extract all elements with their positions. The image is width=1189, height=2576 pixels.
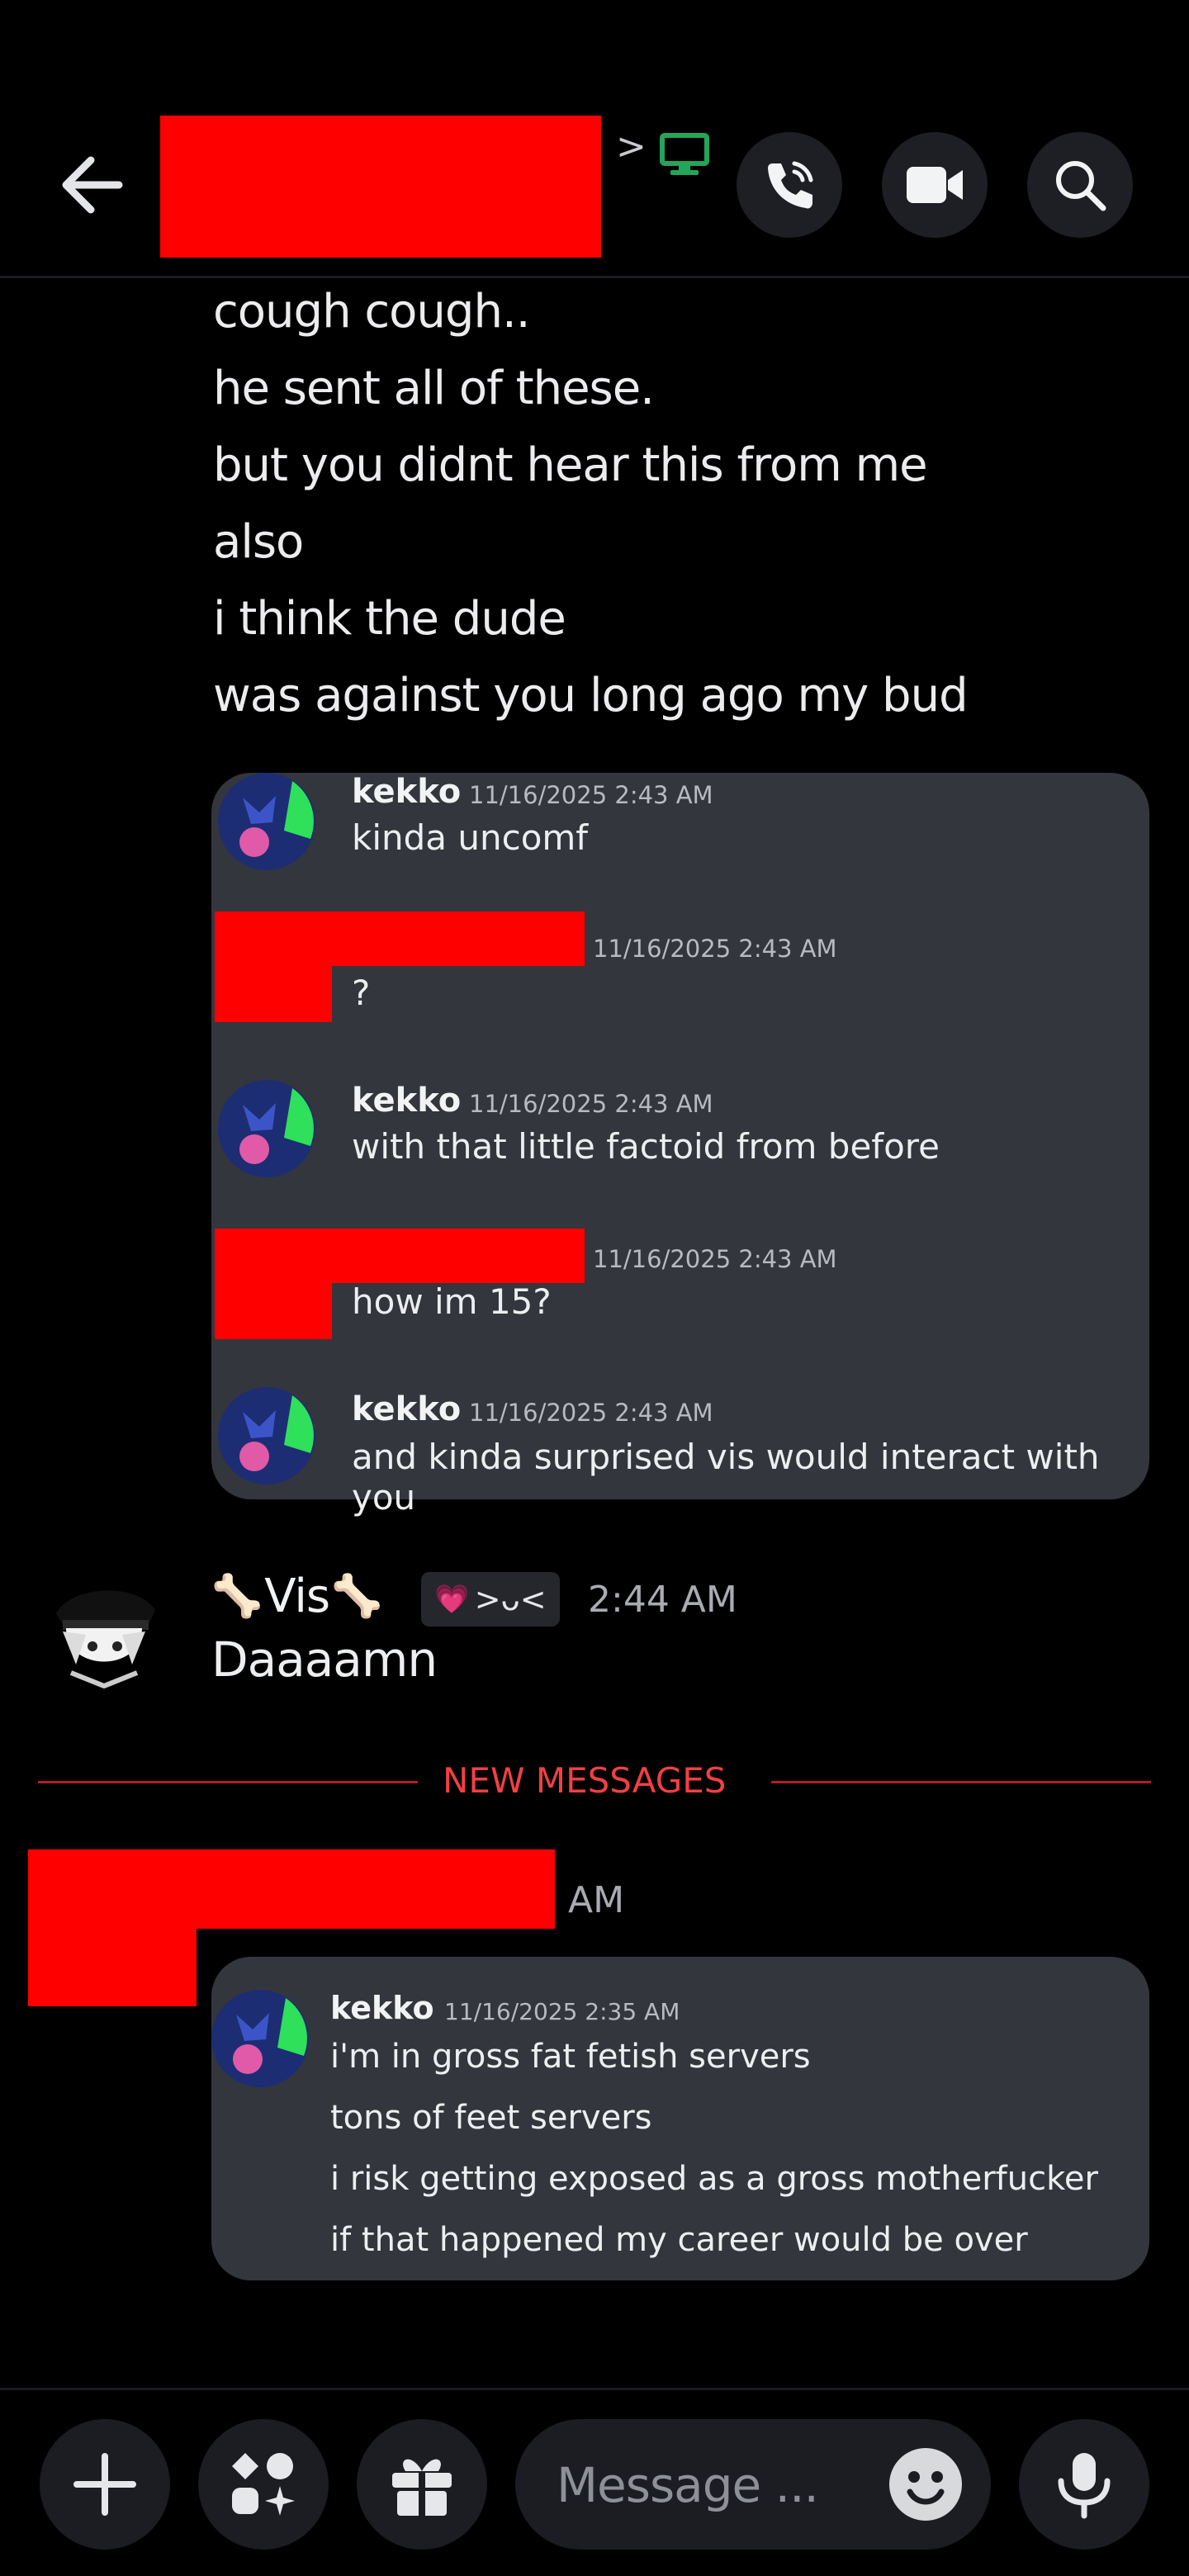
voice-message-button[interactable] <box>1019 2419 1149 2550</box>
new-messages-line-right <box>771 1781 1151 1783</box>
author-name: Vis <box>264 1569 330 1623</box>
add-attachment-button[interactable] <box>40 2419 170 2550</box>
arrow-left-icon <box>62 156 123 214</box>
message-line: cough cough.. <box>213 285 531 339</box>
timestamp-fragment: AM <box>568 1879 625 1921</box>
message-line: i think the dude <box>213 592 566 646</box>
desktop-icon <box>659 132 710 180</box>
gift-button[interactable] <box>357 2419 487 2550</box>
redacted-avatar <box>215 912 332 1022</box>
timestamp: 11/16/2025 2:43 AM <box>469 781 713 809</box>
search-icon <box>1056 161 1106 211</box>
emoji-button[interactable] <box>888 2447 963 2522</box>
redacted-avatar <box>28 1849 197 2006</box>
timestamp: 2:44 AM <box>588 1579 737 1621</box>
bone-icon: 🦴 <box>211 1571 263 1620</box>
message-line: tons of feet servers <box>330 2099 652 2137</box>
avatar <box>218 1080 315 1177</box>
voice-call-button[interactable] <box>737 132 842 238</box>
message-line: but you didnt hear this from me <box>213 438 928 492</box>
avatar <box>211 1990 309 2087</box>
timestamp: 11/16/2025 2:43 AM <box>593 935 837 963</box>
phone-icon <box>768 161 813 209</box>
message-line: was against you long ago my bud <box>213 669 969 722</box>
avatar[interactable] <box>38 1574 170 1698</box>
emoji-icon <box>889 2448 962 2521</box>
attached-screenshot[interactable]: kekko 11/16/2025 2:43 AM kinda uncomf 11… <box>211 773 1149 1518</box>
avatar <box>218 773 315 870</box>
plus-icon <box>73 2453 136 2516</box>
apps-button[interactable] <box>198 2419 329 2550</box>
message-line: if that happened my career would be over <box>330 2221 1028 2259</box>
redacted-channel-name[interactable] <box>160 116 601 258</box>
author-name: kekko <box>352 1082 462 1120</box>
search-button[interactable] <box>1027 132 1133 238</box>
author-name: kekko <box>352 773 462 811</box>
author-name: kekko <box>330 1990 434 2026</box>
new-messages-line-left <box>38 1781 418 1783</box>
message-line: i risk getting exposed as a gross mother… <box>330 2160 1098 2198</box>
video-camera-icon <box>907 167 963 203</box>
header-divider <box>0 276 1189 278</box>
back-button[interactable] <box>50 145 142 225</box>
avatar <box>218 1387 315 1485</box>
bone-icon: 🦴 <box>331 1571 383 1620</box>
tag-text: >ᴗ< <box>474 1581 547 1617</box>
message-text: kinda uncomf <box>352 817 589 858</box>
chat-header: > <box>0 0 1189 276</box>
message-text: Daaaamn <box>211 1631 438 1688</box>
message-line: i'm in gross fat fetish servers <box>330 2038 811 2076</box>
video-call-button[interactable] <box>882 132 988 238</box>
redacted-avatar <box>215 1229 332 1339</box>
message-line: also <box>213 515 304 569</box>
message-placeholder: Message ... <box>557 2457 819 2513</box>
new-messages-label: NEW MESSAGES <box>443 1760 727 1801</box>
message-text: with that little factoid from before <box>352 1126 940 1167</box>
message-line: he sent all of these. <box>213 362 655 415</box>
message-text: ? <box>352 973 371 1013</box>
user-tag[interactable]: 💗 >ᴗ< <box>421 1572 560 1627</box>
apps-icon <box>232 2453 295 2516</box>
message-input[interactable]: Message ... <box>515 2419 991 2550</box>
chevron[interactable]: > <box>616 125 647 168</box>
heart-icon: 💗 <box>434 1583 470 1616</box>
microphone-icon <box>1058 2453 1111 2519</box>
message-text: and kinda surprised vis would interact w… <box>352 1437 1100 1518</box>
author-name: kekko <box>352 1390 462 1428</box>
message-text: how im 15? <box>352 1281 552 1322</box>
attached-screenshot[interactable]: kekko 11/16/2025 2:35 AM i'm in gross fa… <box>211 1957 1149 2280</box>
timestamp: 11/16/2025 2:43 AM <box>593 1245 837 1273</box>
composer-divider <box>0 2388 1189 2390</box>
gift-icon <box>392 2459 452 2516</box>
timestamp: 11/16/2025 2:43 AM <box>469 1399 713 1427</box>
timestamp: 11/16/2025 2:35 AM <box>444 1998 680 2025</box>
timestamp: 11/16/2025 2:43 AM <box>469 1090 713 1118</box>
author-name-row[interactable]: 🦴 Vis 🦴 <box>211 1567 382 1625</box>
